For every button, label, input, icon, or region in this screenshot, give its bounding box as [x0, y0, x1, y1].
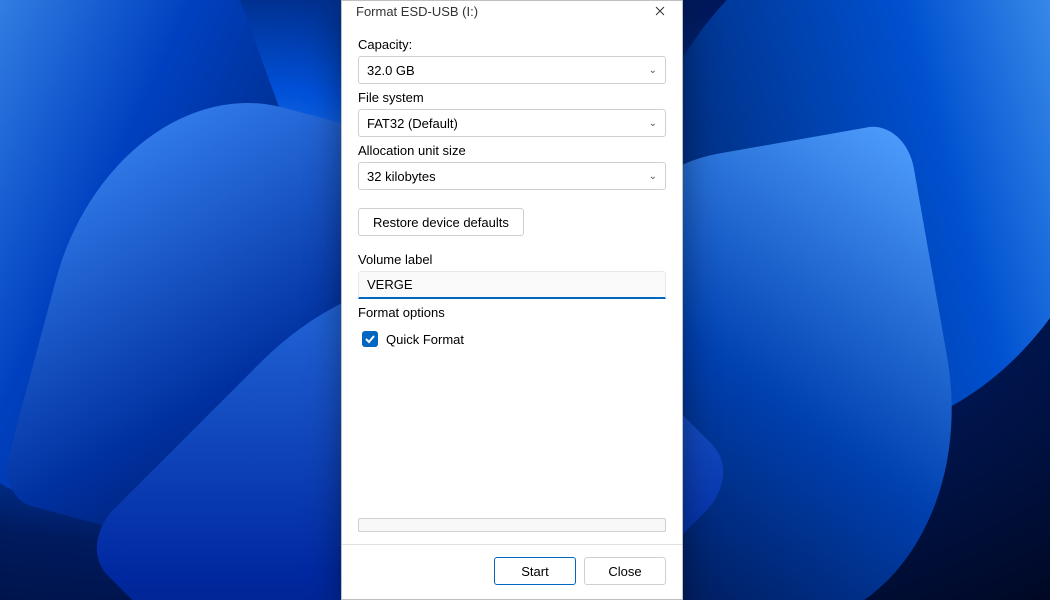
- check-icon: [364, 333, 376, 345]
- dialog-footer: Start Close: [342, 544, 682, 599]
- dialog-content: Capacity: 32.0 GB ⌄ File system FAT32 (D…: [342, 21, 682, 544]
- allocation-select[interactable]: 32 kilobytes ⌄: [358, 162, 666, 190]
- close-icon: [655, 6, 665, 16]
- capacity-label: Capacity:: [358, 37, 666, 52]
- close-button[interactable]: Close: [584, 557, 666, 585]
- capacity-value: 32.0 GB: [367, 63, 415, 78]
- quick-format-label: Quick Format: [386, 332, 464, 347]
- chevron-down-icon: ⌄: [649, 65, 657, 76]
- restore-defaults-button[interactable]: Restore device defaults: [358, 208, 524, 236]
- capacity-select[interactable]: 32.0 GB ⌄: [358, 56, 666, 84]
- chevron-down-icon: ⌄: [649, 171, 657, 182]
- filesystem-label: File system: [358, 90, 666, 105]
- volume-label-label: Volume label: [358, 252, 666, 267]
- window-title: Format ESD-USB (I:): [356, 4, 478, 19]
- allocation-value: 32 kilobytes: [367, 169, 436, 184]
- format-dialog: Format ESD-USB (I:) Capacity: 32.0 GB ⌄ …: [341, 0, 683, 600]
- volume-label-input[interactable]: [358, 271, 666, 299]
- chevron-down-icon: ⌄: [649, 118, 657, 129]
- format-options-legend: Format options: [358, 305, 666, 320]
- quick-format-checkbox[interactable]: [362, 331, 378, 347]
- filesystem-value: FAT32 (Default): [367, 116, 458, 131]
- format-options-group: Format options Quick Format: [358, 313, 666, 347]
- titlebar: Format ESD-USB (I:): [342, 1, 682, 21]
- allocation-label: Allocation unit size: [358, 143, 666, 158]
- close-window-button[interactable]: [638, 1, 682, 21]
- progress-bar: [358, 518, 666, 532]
- filesystem-select[interactable]: FAT32 (Default) ⌄: [358, 109, 666, 137]
- start-button[interactable]: Start: [494, 557, 576, 585]
